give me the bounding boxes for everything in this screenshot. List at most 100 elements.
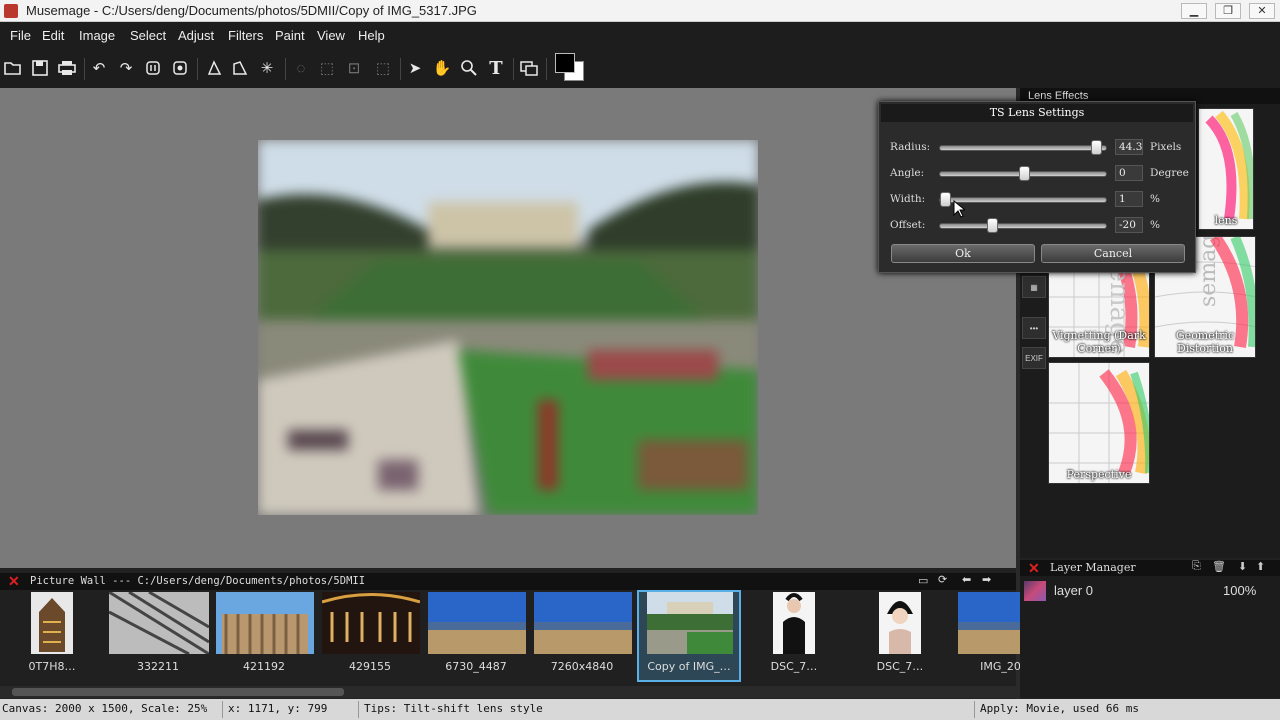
- app-logo-icon: [4, 4, 18, 18]
- zoom-icon[interactable]: [458, 57, 480, 79]
- photo-canvas[interactable]: [258, 140, 758, 515]
- delete-layer-icon[interactable]: 🗑: [1212, 560, 1226, 573]
- ok-button[interactable]: Ok: [891, 244, 1035, 263]
- cursor-position: x: 1171, y: 799: [228, 702, 328, 715]
- status-bar: Canvas: 2000 x 1500, Scale: 25% x: 1171,…: [0, 699, 1280, 720]
- picture-caption: 421192: [243, 660, 285, 673]
- print-icon[interactable]: [56, 57, 78, 79]
- picture-wall-item[interactable]: 0T7H8…: [0, 590, 104, 682]
- picture-wall-scrollbar[interactable]: [0, 686, 1016, 698]
- folder-icon[interactable]: ▭: [918, 574, 928, 587]
- toolbar-separator: [197, 58, 198, 80]
- title-bar: Musemage - C:/Users/deng/Documents/photo…: [0, 0, 1280, 22]
- slider-thumb[interactable]: [940, 192, 951, 207]
- scrollbar-thumb[interactable]: [12, 688, 344, 696]
- picture-wall-item[interactable]: 7260x4840: [530, 590, 634, 682]
- move-down-icon[interactable]: ⬇: [1238, 560, 1247, 573]
- menu-select[interactable]: Select: [130, 28, 166, 43]
- layer-manager-panel: layer 0 100%: [1020, 576, 1280, 698]
- grid-icon[interactable]: ▦: [1022, 276, 1046, 298]
- perspective-thumbnail[interactable]: Perspective: [1048, 362, 1150, 484]
- slider-thumb[interactable]: [1091, 140, 1102, 155]
- hand-icon[interactable]: ✋: [431, 57, 453, 79]
- lasso-icon[interactable]: ◌: [290, 57, 312, 79]
- refresh-icon[interactable]: ⟳: [938, 573, 947, 586]
- save-icon[interactable]: [29, 57, 51, 79]
- select-options-icon[interactable]: ⬚: [372, 57, 394, 79]
- next-arrow-icon[interactable]: ➡: [982, 573, 991, 586]
- thumbnail-label: Vignetting (Dark Corner): [1052, 329, 1146, 355]
- redo-icon[interactable]: ↷: [115, 57, 137, 79]
- layer-row[interactable]: layer 0 100%: [1020, 578, 1280, 604]
- menu-edit[interactable]: Edit: [42, 28, 64, 43]
- minimize-button[interactable]: ▁: [1181, 3, 1207, 19]
- slider-thumb[interactable]: [1019, 166, 1030, 181]
- menu-view[interactable]: View: [317, 28, 345, 43]
- rect-select-icon[interactable]: ⬚: [316, 57, 338, 79]
- mouse-cursor-icon: [953, 200, 965, 218]
- picture-wall-item[interactable]: DSC_7…: [848, 590, 952, 682]
- ellipse-select-icon[interactable]: ⊡: [343, 57, 365, 79]
- angle-slider[interactable]: [939, 166, 1107, 181]
- magic-icon[interactable]: ✳: [256, 57, 278, 79]
- layer-manager-header: ✕ Layer Manager ⎘ 🗑 ⬇ ⬆: [1020, 560, 1280, 576]
- menu-adjust[interactable]: Adjust: [178, 28, 214, 43]
- width-unit: %: [1150, 193, 1160, 205]
- canvas-info: Canvas: 2000 x 1500, Scale: 25%: [2, 702, 208, 715]
- transform-icon[interactable]: [229, 57, 251, 79]
- layers-icon[interactable]: [518, 57, 540, 79]
- menu-filters[interactable]: Filters: [228, 28, 263, 43]
- picture-thumbnail: [109, 592, 209, 654]
- status-divider: [974, 701, 975, 718]
- radius-label: Radius:: [890, 141, 931, 153]
- menu-help[interactable]: Help: [358, 28, 385, 43]
- menu-file[interactable]: File: [10, 28, 31, 43]
- picture-wall-item[interactable]: 6730_4487: [424, 590, 528, 682]
- picture-wall-strip: 0T7H8… 332211 421192 429155 6730_4487 7260x48…: [0, 590, 1032, 686]
- more-icon[interactable]: •••: [1022, 317, 1046, 339]
- picture-wall-item[interactable]: 421192: [212, 590, 316, 682]
- close-wall-icon[interactable]: ✕: [8, 573, 20, 590]
- cancel-button[interactable]: Cancel: [1041, 244, 1185, 263]
- thumbnail-label: Perspective: [1066, 468, 1132, 481]
- offset-slider[interactable]: [939, 218, 1107, 233]
- radius-value[interactable]: 44.3: [1115, 139, 1143, 155]
- undo-icon[interactable]: ↶: [88, 57, 110, 79]
- pointer-icon[interactable]: ➤: [404, 57, 426, 79]
- close-layer-icon[interactable]: ✕: [1028, 560, 1040, 577]
- crop-icon[interactable]: [203, 57, 225, 79]
- angle-value[interactable]: 0: [1115, 165, 1143, 181]
- text-icon[interactable]: T: [485, 57, 507, 79]
- lens-thumbnail[interactable]: lens: [1198, 108, 1254, 230]
- menu-paint[interactable]: Paint: [275, 28, 305, 43]
- open-icon[interactable]: [2, 57, 24, 79]
- picture-wall-header: ✕ Picture Wall --- C:/Users/deng/Documen…: [0, 573, 1016, 590]
- history-icon[interactable]: [142, 57, 164, 79]
- layer-opacity: 100%: [1223, 583, 1257, 598]
- picture-wall-item[interactable]: 332211: [106, 590, 210, 682]
- canvas-area[interactable]: [0, 88, 1016, 568]
- radius-unit: Pixels: [1150, 141, 1182, 153]
- offset-value[interactable]: -20: [1115, 217, 1143, 233]
- menu-image[interactable]: Image: [79, 28, 115, 43]
- new-layer-icon[interactable]: ⎘: [1192, 560, 1201, 573]
- picture-wall-item[interactable]: DSC_7…: [742, 590, 846, 682]
- width-value[interactable]: 1: [1115, 191, 1143, 207]
- picture-wall-item[interactable]: 429155: [318, 590, 422, 682]
- picture-thumbnail: [428, 592, 526, 654]
- foreground-color-swatch[interactable]: [555, 53, 575, 73]
- picture-thumbnail: [647, 592, 733, 654]
- prev-arrow-icon[interactable]: ⬅: [962, 573, 971, 586]
- picture-thumbnail: [958, 592, 1020, 654]
- angle-unit: Degree: [1150, 167, 1189, 179]
- picture-wall-item[interactable]: Copy of IMG_…: [637, 590, 741, 682]
- history-alt-icon[interactable]: [169, 57, 191, 79]
- exif-icon[interactable]: EXIF: [1022, 347, 1046, 369]
- slider-thumb[interactable]: [987, 218, 998, 233]
- status-divider: [358, 701, 359, 718]
- restore-button[interactable]: ❐: [1215, 3, 1241, 19]
- toolbar-separator: [546, 58, 547, 80]
- close-button[interactable]: ✕: [1249, 3, 1275, 19]
- radius-slider[interactable]: [939, 140, 1107, 155]
- move-up-icon[interactable]: ⬆: [1256, 560, 1265, 573]
